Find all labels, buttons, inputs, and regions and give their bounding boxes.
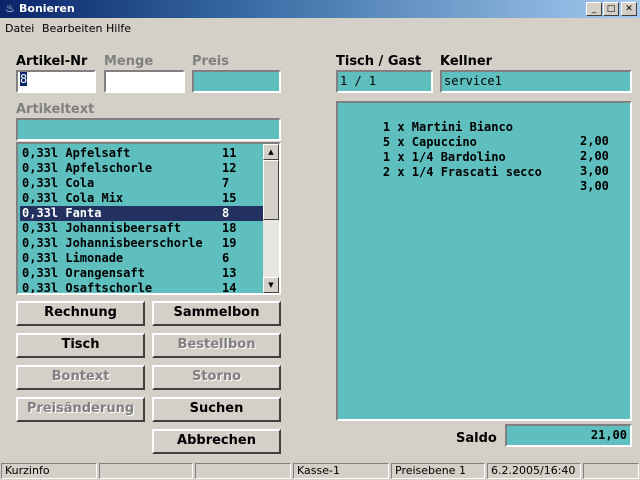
order-row[interactable]: 2 x 1/4 Frascati secco 3,00 <box>354 151 609 207</box>
article-name: 0,33l Johannisbeersaft <box>22 221 181 235</box>
article-number: 15 <box>222 191 237 205</box>
menge-label: Menge <box>104 54 154 69</box>
article-list[interactable]: 0,33l Apfelsaft 11 0,33l Apfelschorle 12… <box>16 142 281 295</box>
artikeltext-input[interactable] <box>16 118 281 141</box>
article-number: 19 <box>222 236 237 250</box>
scroll-up-icon[interactable]: ▲ <box>263 144 279 160</box>
kellner-field[interactable]: service1 <box>440 70 632 93</box>
app-icon[interactable]: ♨ <box>3 2 17 16</box>
bontext-button[interactable]: Bontext <box>16 365 145 390</box>
order-text: 2 x 1/4 Frascati secco <box>382 165 542 179</box>
artikeltext-label: Artikeltext <box>16 102 95 117</box>
window-title: Bonieren <box>19 2 75 15</box>
list-item[interactable]: 0,33l Osaftschorle 14 <box>20 281 263 295</box>
tisch-gast-label: Tisch / Gast <box>336 54 422 69</box>
tisch-gast-value: 1 / 1 <box>340 74 377 88</box>
scroll-down-icon[interactable]: ▼ <box>263 277 279 293</box>
article-name: 0,33l Apfelschorle <box>22 161 153 175</box>
saldo-value: 21,00 <box>590 428 627 442</box>
saldo-field: 21,00 <box>505 424 632 447</box>
article-name: 0,33l Orangensaft <box>22 266 145 280</box>
menu-datei[interactable]: Datei <box>5 22 34 35</box>
storno-button[interactable]: Storno <box>152 365 281 390</box>
status-kasse: Kasse-1 <box>293 463 389 479</box>
rechnung-button[interactable]: Rechnung <box>16 301 145 326</box>
menu-bearbeiten[interactable]: Bearbeiten <box>42 22 102 35</box>
scroll-thumb[interactable] <box>263 160 279 220</box>
order-amount: 2,00 <box>580 134 609 148</box>
title-bar[interactable]: ♨ Bonieren _ □ ✕ <box>0 0 640 18</box>
kellner-label: Kellner <box>440 54 493 69</box>
article-name: 0,33l Cola Mix <box>22 191 124 205</box>
status-panel-3 <box>195 463 291 479</box>
preis-input[interactable] <box>192 70 281 93</box>
article-number: 8 <box>222 206 230 220</box>
list-item[interactable]: 0,33l Orangensaft 13 <box>20 266 263 281</box>
status-preisebene: Preisebene 1 <box>391 463 485 479</box>
article-number: 6 <box>222 251 230 265</box>
list-item[interactable]: 0,33l Limonade 6 <box>20 251 263 266</box>
menu-hilfe[interactable]: Hilfe <box>106 22 131 35</box>
article-name: 0,33l Cola <box>22 176 95 190</box>
preis-label: Preis <box>192 54 229 69</box>
article-name: 0,33l Osaftschorle <box>22 281 153 295</box>
maximize-button[interactable]: □ <box>603 2 619 16</box>
order-amount: 2,00 <box>580 149 609 163</box>
status-panel-2 <box>99 463 193 479</box>
article-number: 12 <box>222 161 237 175</box>
bestellbon-button[interactable]: Bestellbon <box>152 333 281 358</box>
kellner-value: service1 <box>444 74 502 88</box>
article-number: 7 <box>222 176 230 190</box>
menge-input[interactable] <box>104 70 185 93</box>
artikel-nr-label: Artikel-Nr <box>16 54 88 69</box>
article-name: 0,33l Fanta <box>22 206 102 220</box>
order-amount: 3,00 <box>580 179 609 193</box>
tisch-button[interactable]: Tisch <box>16 333 145 358</box>
saldo-label: Saldo <box>456 431 497 446</box>
minimize-button[interactable]: _ <box>586 2 602 16</box>
menu-bar: Datei Bearbeiten Hilfe <box>0 19 640 37</box>
sammelbon-button[interactable]: Sammelbon <box>152 301 281 326</box>
tisch-gast-field[interactable]: 1 / 1 <box>336 70 433 93</box>
list-item[interactable]: 0,33l Johannisbeersaft 18 <box>20 221 263 236</box>
status-bar: Kurzinfo Kasse-1 Preisebene 1 6.2.2005/1… <box>0 462 640 480</box>
close-button[interactable]: ✕ <box>621 2 637 16</box>
list-item-selected[interactable]: 0,33l Fanta 8 <box>20 206 263 221</box>
list-item[interactable]: 0,33l Cola Mix 15 <box>20 191 263 206</box>
list-item[interactable]: 0,33l Johannisbeerschorle 19 <box>20 236 263 251</box>
article-name: 0,33l Apfelsaft <box>22 146 131 160</box>
order-list[interactable]: 1 x Martini Bianco 2,00 5 x Capuccino 2,… <box>336 101 632 421</box>
list-item[interactable]: 0,33l Apfelschorle 12 <box>20 161 263 176</box>
article-name: 0,33l Johannisbeerschorle <box>22 236 203 250</box>
article-number: 14 <box>222 281 237 295</box>
status-kurzinfo: Kurzinfo <box>1 463 97 479</box>
artikel-nr-input[interactable]: 8 <box>16 70 96 93</box>
article-number: 18 <box>222 221 237 235</box>
list-item[interactable]: 0,33l Apfelsaft 11 <box>20 146 263 161</box>
abbrechen-button[interactable]: Abbrechen <box>152 429 281 454</box>
status-panel-7 <box>583 463 639 479</box>
preisaenderung-button[interactable]: Preisänderung <box>16 397 145 422</box>
artikel-nr-value: 8 <box>20 72 28 86</box>
article-name: 0,33l Limonade <box>22 251 124 265</box>
suchen-button[interactable]: Suchen <box>152 397 281 422</box>
list-scrollbar[interactable]: ▲ ▼ <box>263 144 279 293</box>
list-item[interactable]: 0,33l Cola 7 <box>20 176 263 191</box>
status-datetime: 6.2.2005/16:40 <box>487 463 581 479</box>
order-amount: 3,00 <box>580 164 609 178</box>
article-number: 13 <box>222 266 237 280</box>
article-number: 11 <box>222 146 237 160</box>
